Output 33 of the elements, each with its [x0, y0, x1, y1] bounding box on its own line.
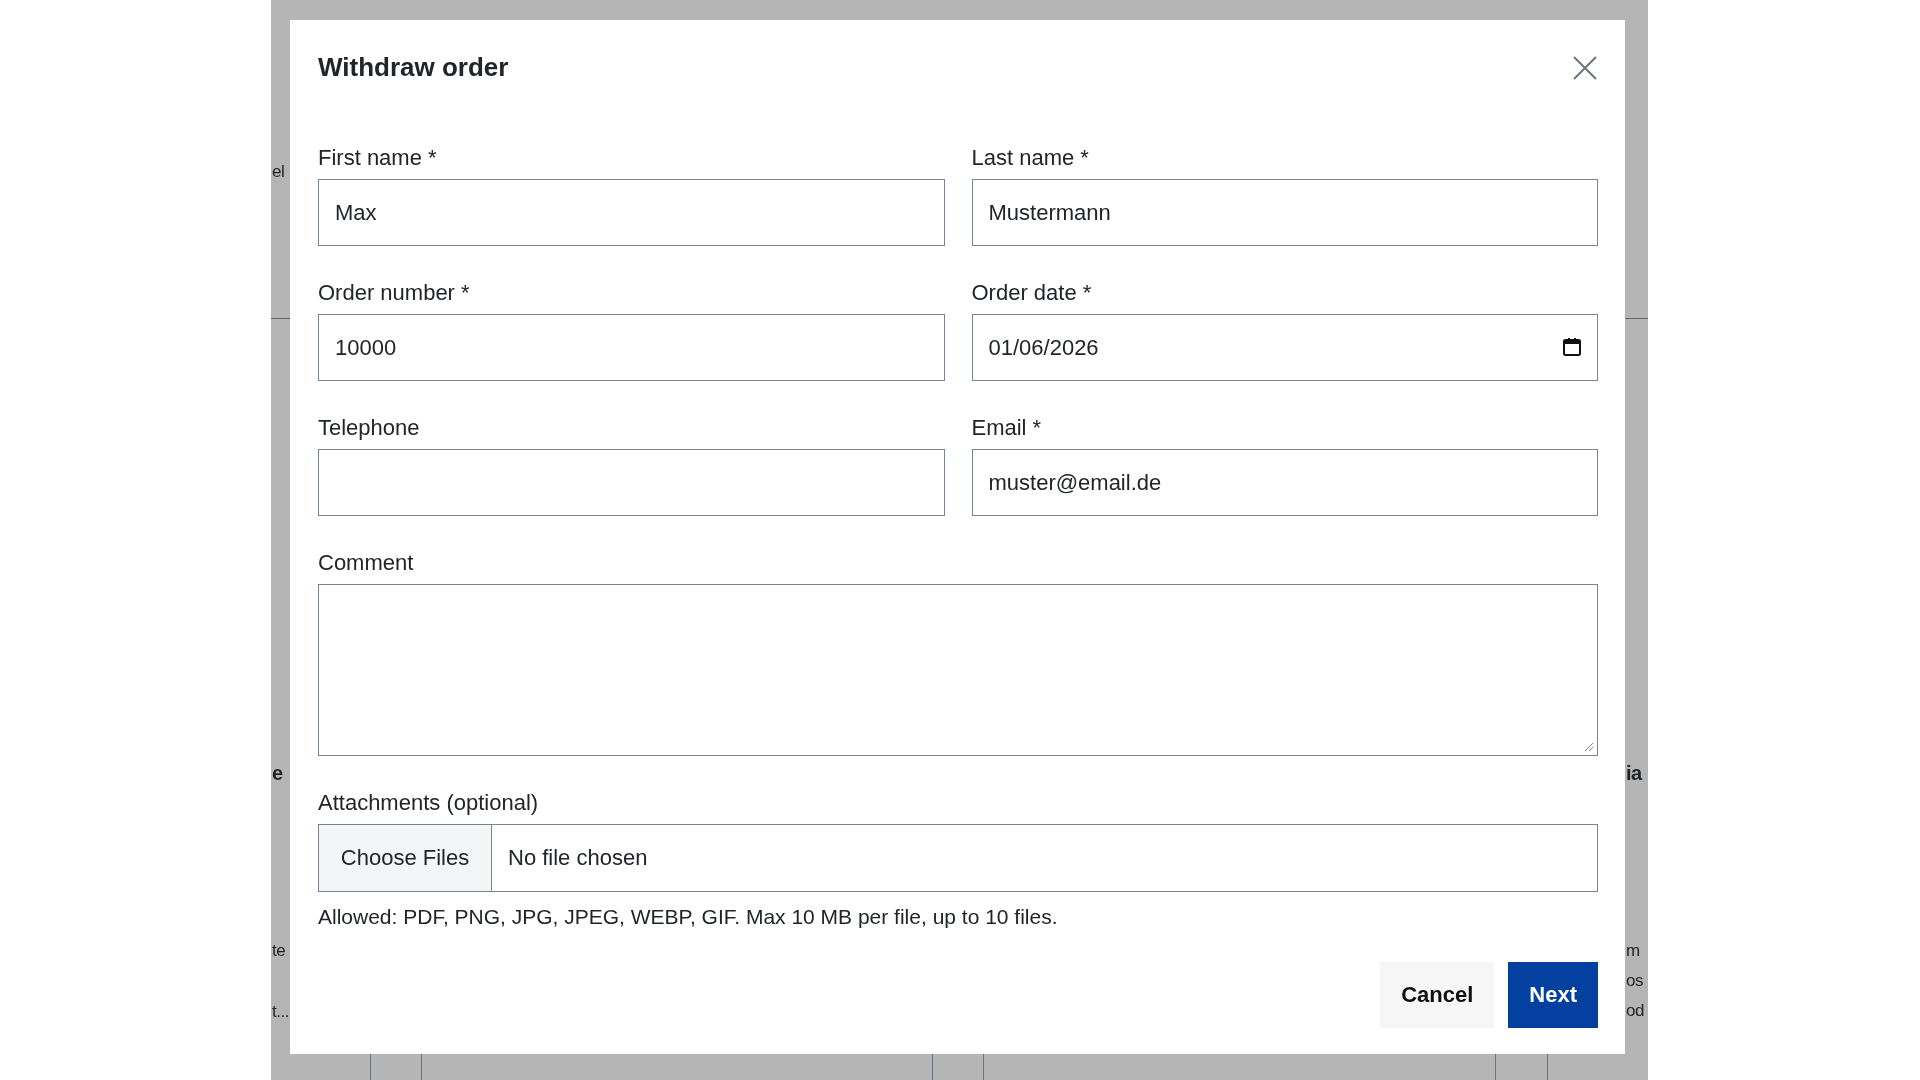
background-text: od — [1626, 1001, 1644, 1021]
dialog-title: Withdraw order — [318, 52, 509, 83]
input-field[interactable]: Max — [318, 179, 945, 246]
background-text: te — [272, 941, 286, 961]
field-label: Last name * — [971, 145, 1090, 171]
input-field[interactable]: muster@email.de — [971, 449, 1598, 516]
calendar-icon[interactable] — [1562, 337, 1582, 357]
input-field[interactable]: 10000 — [318, 314, 945, 381]
background-text: ia — [1626, 762, 1642, 785]
input-field[interactable] — [318, 449, 945, 516]
field-label: Order number * — [318, 280, 471, 306]
field-label: Telephone — [318, 415, 421, 441]
close-icon[interactable] — [1572, 54, 1598, 81]
field-label: Comment — [318, 550, 415, 576]
input-field[interactable]: Mustermann — [971, 179, 1598, 246]
choose-files-button[interactable]: Choose Files — [319, 825, 492, 891]
next-button[interactable]: Next — [1508, 962, 1598, 1028]
file-status: No file chosen — [507, 844, 648, 872]
background-text: os — [1626, 971, 1643, 991]
cancel-button[interactable]: Cancel — [1380, 962, 1495, 1028]
file-input[interactable]: Choose Files No file chosen — [318, 824, 1598, 892]
background-text: t... — [272, 1002, 289, 1022]
comment-field[interactable] — [318, 584, 1598, 756]
field-label: First name * — [318, 145, 438, 171]
resize-grip-icon[interactable] — [1582, 740, 1594, 752]
field-label: Order date * — [971, 280, 1093, 306]
background-text: m — [1626, 941, 1640, 961]
background-text: e — [272, 762, 283, 785]
background-text: el — [272, 162, 285, 182]
input-field[interactable]: 01/06/2026 — [971, 314, 1598, 381]
field-label: Attachments (optional) — [318, 790, 540, 816]
help-text: Allowed: PDF, PNG, JPG, JPEG, WEBP, GIF. Max 10 MB per file, up to 10 files. — [318, 905, 1059, 929]
field-label: Email * — [971, 415, 1043, 441]
